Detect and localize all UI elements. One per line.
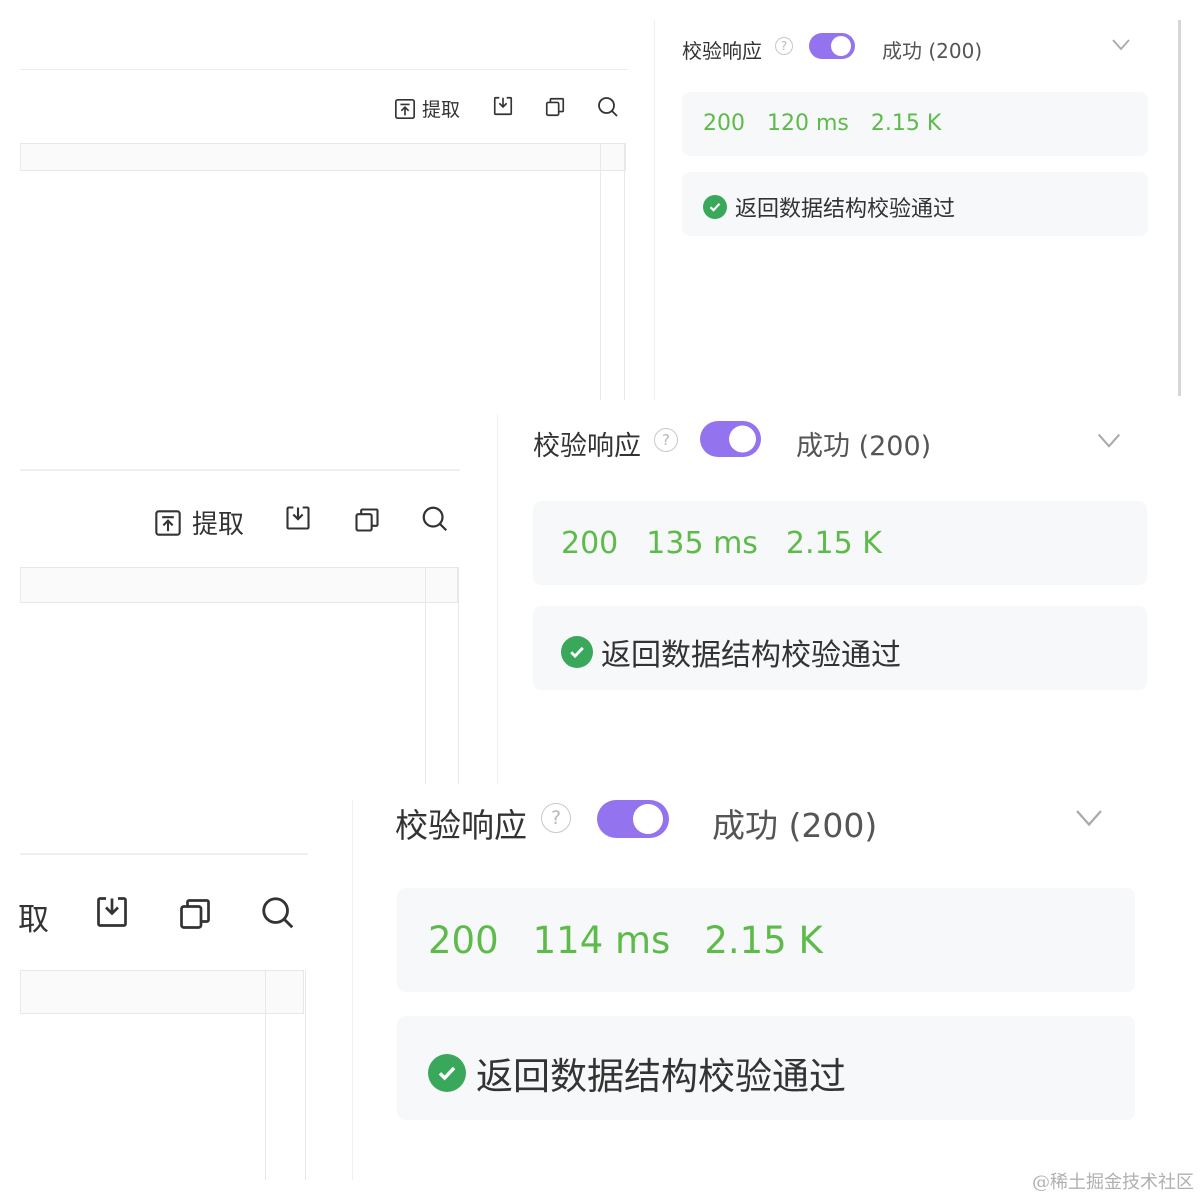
- copy-icon: [355, 508, 379, 532]
- validation-result: 返回数据结构校验通过: [703, 191, 955, 223]
- editor-outer-border: [305, 970, 306, 1180]
- question-circle-icon[interactable]: ?: [541, 803, 571, 833]
- response-status: 成功 (200): [796, 431, 932, 462]
- panel-divider: [352, 800, 353, 1180]
- editor-header: [20, 567, 458, 603]
- validate-toggle[interactable]: [700, 421, 761, 457]
- validate-toggle[interactable]: [809, 33, 855, 59]
- toggle-knob: [729, 425, 756, 453]
- panel-divider: [497, 414, 498, 784]
- extract-button[interactable]: 取: [18, 894, 49, 939]
- editor-outer-border: [458, 567, 459, 784]
- import-button[interactable]: [492, 95, 514, 117]
- validation-message: 返回数据结构校验通过: [601, 638, 901, 673]
- toggle-knob: [831, 36, 851, 56]
- chevron-down-icon[interactable]: [1074, 808, 1104, 829]
- extract-label: 取: [18, 902, 49, 938]
- response-size: 2.15 K: [785, 526, 882, 561]
- copy-icon: [180, 899, 210, 929]
- import-button[interactable]: [94, 894, 130, 930]
- extract-icon: [155, 509, 181, 536]
- validate-toggle[interactable]: [597, 800, 669, 838]
- extract-label: 提取: [422, 99, 461, 121]
- validation-result: 返回数据结构校验通过: [428, 1046, 846, 1100]
- response-metrics-card: 200 120 ms 2.15 K: [682, 92, 1148, 156]
- editor-scroll-border: [600, 143, 601, 400]
- metrics-row: 200 120 ms 2.15 K: [703, 111, 941, 136]
- check-circle-icon: [561, 636, 593, 668]
- validate-response-label: 校验响应: [682, 39, 762, 63]
- response-metrics-card: 200 114 ms 2.15 K: [397, 888, 1135, 992]
- status-code: 200: [561, 526, 619, 561]
- validation-card: 返回数据结构校验通过: [533, 606, 1147, 690]
- toolbar-divider: [20, 69, 628, 70]
- validate-response-label: 校验响应: [533, 431, 641, 462]
- validation-result: 返回数据结构校验通过: [561, 630, 901, 674]
- search-icon: [598, 97, 618, 117]
- question-circle-icon[interactable]: ?: [654, 428, 678, 452]
- chevron-down-icon[interactable]: [1096, 432, 1122, 450]
- editor-header: [20, 143, 626, 171]
- snapshot-1: 提取 校验响应 ? 成功 (200) 200 120 ms 2.15 K 返回数…: [0, 0, 1200, 400]
- status-code: 200: [703, 111, 745, 136]
- validation-message: 返回数据结构校验通过: [476, 1055, 846, 1098]
- validation-card: 返回数据结构校验通过: [397, 1016, 1135, 1120]
- toolbar-divider: [20, 469, 460, 471]
- snapshot-3: 取 校验响应 ? 成功 (200) 200 114 ms 2.15 K 返回数据…: [0, 784, 1200, 1200]
- extract-label: 提取: [192, 510, 245, 540]
- editor-scroll-border: [265, 970, 266, 1180]
- response-status: 成功 (200): [712, 806, 878, 845]
- response-status: 成功 (200): [882, 39, 983, 63]
- copy-button[interactable]: [177, 896, 213, 932]
- search-button[interactable]: [420, 504, 450, 534]
- status-code: 200: [428, 919, 499, 962]
- check-circle-icon: [428, 1054, 466, 1092]
- response-size: 2.15 K: [870, 111, 942, 136]
- copy-icon: [545, 97, 565, 117]
- response-time: 114 ms: [532, 919, 671, 962]
- editor-scroll-border: [425, 567, 426, 784]
- response-metrics-card: 200 135 ms 2.15 K: [533, 501, 1147, 585]
- validate-response-label: 校验响应: [395, 806, 527, 845]
- toolbar-divider: [20, 853, 308, 855]
- extract-button[interactable]: 提取: [154, 504, 244, 541]
- download-icon: [286, 506, 310, 530]
- validation-message: 返回数据结构校验通过: [735, 197, 956, 222]
- search-button[interactable]: [596, 95, 620, 119]
- extract-icon: [395, 98, 415, 119]
- import-button[interactable]: [284, 504, 312, 532]
- response-size: 2.15 K: [704, 919, 823, 962]
- copy-button[interactable]: [353, 506, 381, 534]
- validation-card: 返回数据结构校验通过: [682, 172, 1148, 236]
- download-icon: [493, 96, 513, 116]
- search-icon: [422, 506, 448, 532]
- extract-button[interactable]: 提取: [394, 95, 460, 122]
- search-button[interactable]: [259, 894, 297, 932]
- watermark: @稀土掘金技术社区: [1032, 1172, 1194, 1193]
- download-icon: [97, 897, 127, 927]
- response-time: 135 ms: [646, 526, 758, 561]
- toggle-knob: [633, 804, 663, 834]
- response-time: 120 ms: [767, 111, 849, 136]
- editor-outer-border: [624, 143, 625, 400]
- panel-divider: [654, 20, 655, 400]
- search-icon: [262, 897, 294, 929]
- snapshot-2: 提取 校验响应 ? 成功 (200) 200 135 ms 2.15 K 返回数…: [0, 400, 1200, 784]
- right-scrollbar[interactable]: [1178, 20, 1181, 396]
- editor-header: [20, 970, 304, 1014]
- copy-button[interactable]: [544, 96, 566, 118]
- metrics-row: 200 114 ms 2.15 K: [428, 919, 823, 962]
- chevron-down-icon[interactable]: [1111, 38, 1131, 52]
- question-circle-icon[interactable]: ?: [775, 37, 793, 55]
- check-circle-icon: [703, 195, 727, 219]
- metrics-row: 200 135 ms 2.15 K: [561, 526, 882, 561]
